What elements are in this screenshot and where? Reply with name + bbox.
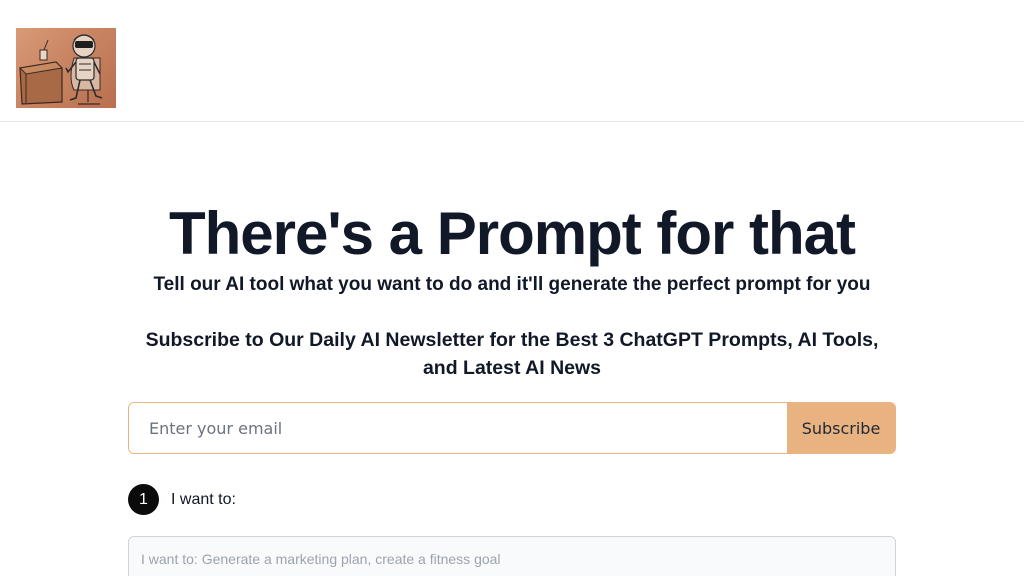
subscribe-button[interactable]: Subscribe	[787, 403, 895, 453]
page-title: There's a Prompt for that	[168, 200, 856, 267]
step-1: 1 I want to:	[128, 484, 236, 515]
email-input[interactable]	[129, 403, 787, 453]
robot-at-desk-icon	[18, 34, 103, 105]
prompt-input-box	[128, 536, 896, 576]
newsletter-form: Subscribe	[128, 402, 896, 454]
newsletter-heading: Subscribe to Our Daily AI Newsletter for…	[145, 329, 879, 379]
logo[interactable]	[16, 28, 116, 108]
site-header	[0, 0, 1024, 122]
step-number-badge: 1	[128, 484, 159, 515]
step-label: I want to:	[171, 490, 236, 508]
want-to-input[interactable]	[141, 551, 883, 567]
page-subtitle: Tell our AI tool what you want to do and…	[153, 274, 871, 295]
